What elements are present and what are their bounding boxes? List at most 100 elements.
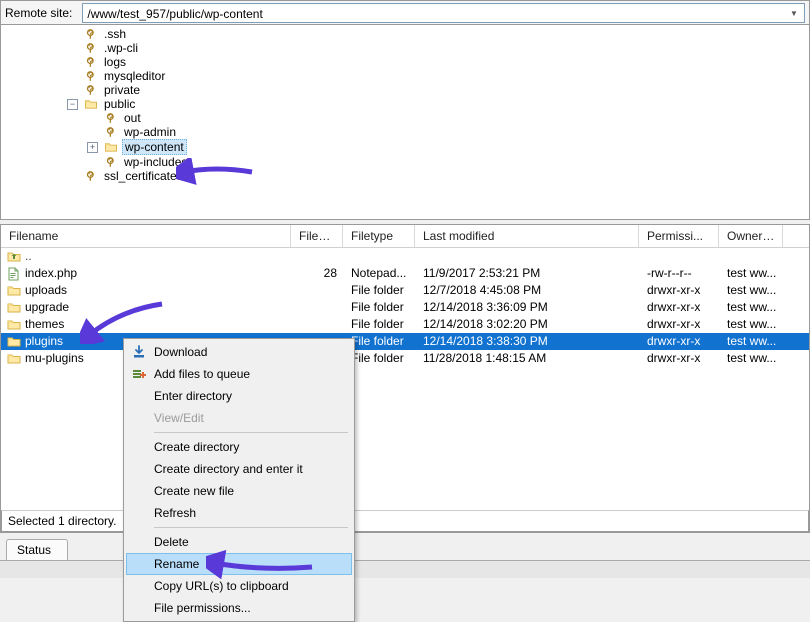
expand-icon[interactable]: + [87,142,98,153]
status-text: Selected 1 directory. [8,514,117,528]
ctx-separator [154,432,348,433]
file-modified: 12/7/2018 4:45:08 PM [415,282,639,299]
file-list[interactable]: Filename Filesize Filetype Last modified… [0,224,810,533]
ctx-rename[interactable]: Rename [126,553,352,575]
file-owner: test ww... [719,350,783,367]
column-filetype[interactable]: Filetype [343,225,415,247]
file-size [291,248,343,265]
tree-item[interactable]: ssl_certificates [1,169,809,183]
file-type: File folder [343,299,415,316]
bottom-panel [0,560,810,578]
file-permissions: drwxr-xr-x [639,333,719,350]
collapse-icon[interactable]: − [67,99,78,110]
tree-item[interactable]: mysqleditor [1,69,809,83]
ctx-separator [154,527,348,528]
file-modified [415,248,639,265]
file-permissions [639,248,719,265]
remote-tree[interactable]: .ssh.wp-clilogsmysqleditorprivate − public… [0,24,810,220]
ctx-add-to-queue[interactable]: Add files to queue [126,363,352,385]
tree-item[interactable]: wp-admin [1,125,809,139]
folder-icon [7,335,21,349]
file-owner: test ww... [719,316,783,333]
tree-item-label: logs [102,55,128,69]
remote-path-value: /www/test_957/public/wp-content [87,7,262,21]
file-row[interactable]: upgradeFile folder12/14/2018 3:36:09 PMd… [1,299,809,316]
file-modified: 12/14/2018 3:38:30 PM [415,333,639,350]
file-row[interactable]: uploads File folder12/7/2018 4:45:08 PMdr… [1,282,809,299]
folder-icon [84,97,98,111]
tree-item-label: wp-includes [122,155,189,169]
folder-icon [7,301,21,315]
unknown-folder-icon [84,83,98,97]
tree-item-label: wp-admin [122,125,178,139]
remote-site-label: Remote site: [5,6,72,20]
file-owner: test ww... [719,333,783,350]
unknown-folder-icon [104,125,118,139]
tree-item-label: public [102,97,137,111]
file-name: index.php [25,265,77,282]
file-row[interactable]: index.php 28Notepad...11/9/2017 2:53:21 P… [1,265,809,282]
unknown-folder-icon [84,41,98,55]
queue-plus-icon [130,366,148,382]
file-owner: test ww... [719,299,783,316]
tree-item-label: out [122,111,143,125]
column-filename[interactable]: Filename [1,225,291,247]
column-modified[interactable]: Last modified [415,225,639,247]
ctx-copy-url[interactable]: Copy URL(s) to clipboard [126,575,352,597]
file-type: File folder [343,316,415,333]
folder-icon [104,140,118,154]
file-name: .. [25,248,32,265]
file-name: uploads [25,282,67,299]
file-row[interactable]: themesFile folder12/14/2018 3:02:20 PMdr… [1,316,809,333]
file-row[interactable]: .. [1,248,809,265]
ctx-file-permissions[interactable]: File permissions... [126,597,352,619]
tree-item[interactable]: +wp-content [1,139,809,155]
file-name: mu-plugins [25,350,84,367]
tree-item-label: mysqleditor [102,69,167,83]
file-owner [719,248,783,265]
ctx-delete[interactable]: Delete [126,531,352,553]
context-menu: Download Add files to queue Enter direct… [123,338,355,622]
ctx-refresh[interactable]: Refresh [126,502,352,524]
download-icon [130,344,148,360]
file-permissions: drwxr-xr-x [639,282,719,299]
ctx-download[interactable]: Download [126,341,352,363]
parent-dir-icon [7,250,21,264]
folder-icon [7,318,21,332]
column-permissions[interactable]: Permissi... [639,225,719,247]
tree-item[interactable]: .wp-cli [1,41,809,55]
ctx-create-directory-enter[interactable]: Create directory and enter it [126,458,352,480]
file-name: upgrade [25,299,69,316]
tree-item[interactable]: − public [1,97,809,111]
file-list-header[interactable]: Filename Filesize Filetype Last modified… [1,225,809,248]
folder-icon [7,284,21,298]
file-size [291,316,343,333]
tree-item[interactable]: logs [1,55,809,69]
ctx-create-new-file[interactable]: Create new file [126,480,352,502]
ctx-create-directory[interactable]: Create directory [126,436,352,458]
file-permissions: -rw-r--r-- [639,265,719,282]
file-modified: 11/9/2017 2:53:21 PM [415,265,639,282]
chevron-down-icon[interactable]: ▼ [786,6,802,22]
file-size: 28 [291,265,343,282]
file-icon [7,267,21,281]
remote-path-input[interactable]: /www/test_957/public/wp-content ▼ [82,3,805,23]
unknown-folder-icon [84,169,98,183]
tree-item[interactable]: out [1,111,809,125]
file-permissions: drwxr-xr-x [639,316,719,333]
file-owner: test ww... [719,282,783,299]
bottom-tab-bar: Status [0,539,810,560]
tab-status[interactable]: Status [6,539,68,560]
tree-item-label: .ssh [102,27,128,41]
file-permissions: drwxr-xr-x [639,299,719,316]
tree-item[interactable]: wp-includes [1,155,809,169]
file-modified: 12/14/2018 3:02:20 PM [415,316,639,333]
tree-item[interactable]: .ssh [1,27,809,41]
file-type: File folder [343,282,415,299]
ctx-enter-directory[interactable]: Enter directory [126,385,352,407]
column-filesize[interactable]: Filesize [291,225,343,247]
column-owner[interactable]: Owner/G... [719,225,783,247]
file-type: Notepad... [343,265,415,282]
tree-item-label: private [102,83,142,97]
tree-item[interactable]: private [1,83,809,97]
